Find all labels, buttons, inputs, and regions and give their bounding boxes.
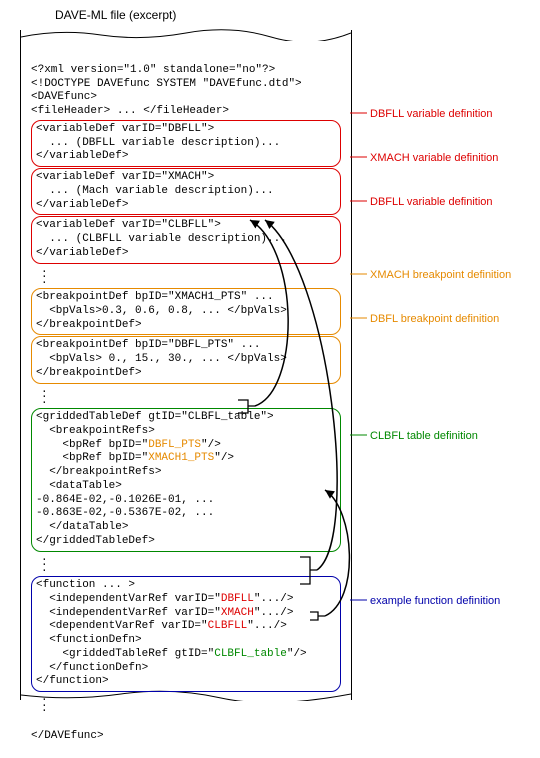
bp1-open: <breakpointDef bpID="XMACH1_PTS" ...	[36, 291, 274, 303]
fn-iv1: <independentVarRef varID="DBFLL".../>	[36, 593, 293, 605]
var2-body: ... (Mach variable description)...	[36, 185, 274, 197]
bp1-vals: <bpVals>0.3, 0.6, 0.8, ... </bpVals>	[36, 305, 287, 317]
gridded-table-def: <griddedTableDef gtID="CLBFL_table"> <br…	[31, 408, 341, 552]
var3-open: <variableDef varID="CLBFLL">	[36, 219, 221, 231]
fn-defn-close: </functionDefn>	[36, 662, 148, 674]
var3-body: ... (CLBFLL variable description)...	[36, 233, 287, 245]
gt-open: <griddedTableDef gtID="CLBFL_table">	[36, 411, 274, 423]
ellipsis-icon: . . .	[31, 696, 341, 713]
gt-bpref1: <bpRef bpID="DBFL_PTS"/>	[36, 439, 221, 451]
annot-var2: XMACH variable definition	[370, 152, 498, 164]
torn-edge-top	[21, 29, 351, 41]
ellipsis-icon: . . .	[31, 388, 341, 405]
var3-close: </variableDef>	[36, 247, 128, 259]
annot-bp2: DBFL breakpoint definition	[370, 313, 499, 325]
gt-dt-open: <dataTable>	[36, 480, 122, 492]
annot-var3: DBFLL variable definition	[370, 196, 493, 208]
fn-iv2: <independentVarRef varID="XMACH".../>	[36, 607, 293, 619]
fn-gtref: <griddedTableRef gtID="CLBFL_table"/>	[36, 648, 307, 660]
gt-row1: -0.864E-02,-0.1026E-01, ...	[36, 494, 214, 506]
root-close: </DAVEfunc>	[31, 730, 104, 742]
var1-close: </variableDef>	[36, 150, 128, 162]
fn-open: <function ... >	[36, 579, 135, 591]
annot-fn: example function definition	[370, 595, 500, 607]
fn-close: </function>	[36, 675, 109, 687]
gt-bprefs-close: </breakpointRefs>	[36, 466, 161, 478]
gt-bpref2: <bpRef bpID="XMACH1_PTS"/>	[36, 452, 234, 464]
xml-decl: <?xml version="1.0" standalone="no"?>	[31, 64, 275, 76]
doctype: <!DOCTYPE DAVEfunc SYSTEM "DAVEfunc.dtd"…	[31, 78, 302, 90]
var1-open: <variableDef varID="DBFLL">	[36, 123, 214, 135]
fn-defn-open: <functionDefn>	[36, 634, 142, 646]
root-open: <DAVEfunc>	[31, 91, 97, 103]
gt-dt-close: </dataTable>	[36, 521, 128, 533]
bp2-close: </breakpointDef>	[36, 367, 142, 379]
gt-row2: -0.863E-02,-0.5367E-02, ...	[36, 507, 214, 519]
var1-body: ... (DBFLL variable description)...	[36, 137, 280, 149]
ellipsis-icon: . . .	[31, 556, 341, 573]
bp1-close: </breakpointDef>	[36, 319, 142, 331]
bp2-vals: <bpVals> 0., 15., 30., ... </bpVals>	[36, 353, 287, 365]
bp2-open: <breakpointDef bpID="DBFL_PTS" ...	[36, 339, 260, 351]
fileheader: <fileHeader> ... </fileHeader>	[31, 105, 229, 117]
gt-bprefs-open: <breakpointRefs>	[36, 425, 155, 437]
fn-dv: <dependentVarRef varID="CLBFLL".../>	[36, 620, 287, 632]
var-def-3: <variableDef varID="CLBFLL"> ... (CLBFLL…	[31, 216, 341, 263]
breakpoint-def-1: <breakpointDef bpID="XMACH1_PTS" ... <bp…	[31, 288, 341, 335]
ellipsis-icon: . . .	[31, 268, 341, 285]
annot-bp1: XMACH breakpoint definition	[370, 269, 511, 281]
breakpoint-def-2: <breakpointDef bpID="DBFL_PTS" ... <bpVa…	[31, 336, 341, 383]
code-content: <?xml version="1.0" standalone="no"?> <!…	[31, 50, 341, 680]
function-def: <function ... > <independentVarRef varID…	[31, 576, 341, 692]
diagram-title: DAVE-ML file (excerpt)	[55, 8, 176, 22]
var2-open: <variableDef varID="XMACH">	[36, 171, 214, 183]
var2-close: </variableDef>	[36, 199, 128, 211]
var-def-2: <variableDef varID="XMACH"> ... (Mach va…	[31, 168, 341, 215]
gt-close: </griddedTableDef>	[36, 535, 155, 547]
paper-excerpt: <?xml version="1.0" standalone="no"?> <!…	[20, 30, 352, 700]
annot-gt: CLBFL table definition	[370, 430, 478, 442]
annot-var1: DBFLL variable definition	[370, 108, 493, 120]
var-def-1: <variableDef varID="DBFLL"> ... (DBFLL v…	[31, 120, 341, 167]
